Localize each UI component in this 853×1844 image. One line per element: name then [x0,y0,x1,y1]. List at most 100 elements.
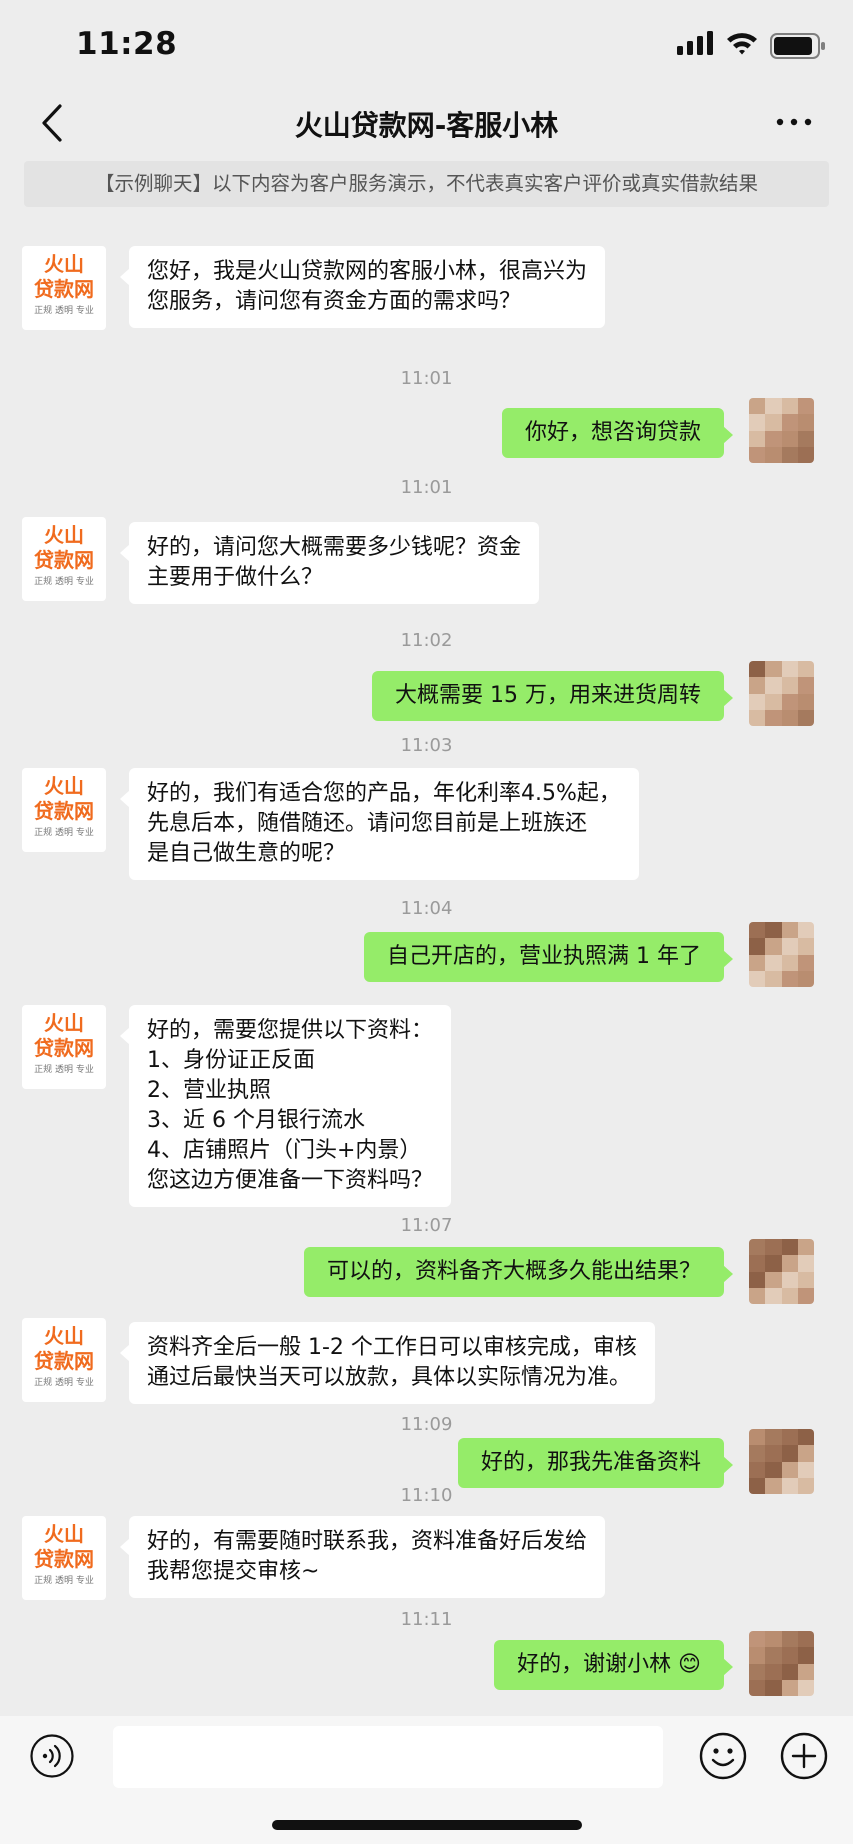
message-line: 好的，需要您提供以下资料： [147,1018,434,1043]
message-line: 您这边方便准备一下资料吗？ [147,1168,434,1193]
avatar-pixel [781,1429,798,1446]
timestamp: 11:11 [400,1609,453,1630]
avatar-pixel [749,693,766,710]
message-line: 您好，我是火山贷款网的客服小林，很高兴为 [147,259,588,284]
timestamp: 11:04 [400,898,453,919]
avatar-pixel [797,709,814,726]
avatar-pixel [797,922,814,939]
avatar-pixel [749,398,766,415]
user-avatar[interactable] [749,398,814,463]
avatar-pixel [765,1461,782,1478]
avatar-pixel [765,1271,782,1288]
avatar-pixel [781,1631,798,1648]
avatar-pixel [781,398,798,415]
sent-message[interactable]: 自己开店的，营业执照满 1 年了 [364,932,733,982]
avatar-pixel [797,398,814,415]
message-line: 我帮您提交审核~ [147,1559,320,1584]
avatar-pixel [781,414,798,431]
received-message[interactable]: 您好，我是火山贷款网的客服小林，很高兴为 您服务，请问您有资金方面的需求吗？ [119,246,606,328]
avatar-pixel [749,1239,766,1256]
received-message[interactable]: 好的，请问您大概需要多少钱呢？资金 主要用于做什么？ [119,522,540,604]
avatar-pixel [797,677,814,694]
avatar-pixel [749,661,766,678]
avatar-pixel [765,1429,782,1446]
status-time: 11:28 [76,26,178,62]
received-message[interactable]: 好的，需要您提供以下资料： 1、身份证正反面 2、营业执照 3、近 6 个月银行… [119,1005,452,1207]
sent-message[interactable]: 你好，想咨询贷款 [501,408,734,458]
bot-avatar[interactable]: 火山 贷款网 正规 透明 专业 [22,1516,106,1600]
message-line: 先息后本，随借随还。请问您目前是上班族还 [147,811,588,836]
sent-message[interactable]: 好的，谢谢小林 😊 [494,1640,733,1690]
received-message[interactable]: 资料齐全后一般 1-2 个工作日可以审核完成，审核 通过后最快当天可以放款，具体… [120,1322,655,1404]
bot-avatar-line1: 火山 [44,523,84,547]
user-avatar[interactable] [749,661,814,726]
avatar-pixel [749,1271,766,1288]
avatar-pixel [749,1663,766,1680]
avatar-pixel [797,414,814,431]
message-input[interactable] [113,1726,663,1788]
avatar-pixel [765,446,782,463]
user-avatar[interactable] [749,1239,814,1304]
avatar-pixel [797,661,814,678]
message-line: 1、身份证正反面 [147,1048,315,1073]
chat-title: 火山贷款网-客服小林 [294,109,559,142]
avatar-pixel [765,1679,782,1696]
more-dots-icon[interactable] [772,105,816,139]
avatar-pixel [765,970,782,987]
avatar-pixel [797,1631,814,1648]
avatar-pixel [781,1647,798,1664]
avatar-pixel [781,446,798,463]
avatar-pixel [765,954,782,971]
message-line: 好的，请问您大概需要多少钱呢？资金 [147,535,522,560]
avatar-pixel [749,1255,766,1272]
bot-avatar-line2: 贷款网 [34,1349,94,1373]
avatar-pixel [797,430,814,447]
avatar-pixel [765,430,782,447]
avatar-pixel [781,661,798,678]
voice-icon[interactable] [30,1734,74,1778]
received-message[interactable]: 好的，我们有适合您的产品，年化利率4.5%起， 先息后本，随借随还。请问您目前是… [120,768,639,880]
bot-avatar-line3: 正规 透明 专业 [34,1576,94,1586]
avatar-pixel [797,1679,814,1696]
sent-message[interactable]: 好的，那我先准备资料 [457,1438,734,1488]
bot-avatar[interactable]: 火山 贷款网 正规 透明 专业 [22,517,106,601]
message-line: 2、营业执照 [147,1078,271,1103]
bot-avatar-line3: 正规 透明 专业 [34,577,94,587]
avatar-pixel [781,1255,798,1272]
message-line: 是自己做生意的呢？ [147,841,346,866]
bot-avatar-line3: 正规 透明 专业 [34,1378,94,1388]
plus-icon[interactable] [780,1732,828,1780]
message-line: 资料齐全后一般 1-2 个工作日可以审核完成，审核 [147,1335,637,1360]
emoji-icon[interactable] [699,1732,747,1780]
user-avatar[interactable] [749,922,814,987]
avatar-pixel [749,970,766,987]
bot-avatar[interactable]: 火山 贷款网 正规 透明 专业 [22,768,106,852]
avatar-pixel [797,1271,814,1288]
home-indicator [272,1820,582,1830]
bot-avatar[interactable]: 火山 贷款网 正规 透明 专业 [22,1005,106,1089]
received-message[interactable]: 好的，有需要随时联系我，资料准备好后发给 我帮您提交审核~ [119,1516,606,1598]
avatar-pixel [749,1647,766,1664]
bot-avatar[interactable]: 火山 贷款网 正规 透明 专业 [22,246,106,330]
avatar-pixel [797,1663,814,1680]
bot-avatar[interactable]: 火山 贷款网 正规 透明 专业 [22,1318,106,1402]
sent-message[interactable]: 可以的，资料备齐大概多久能出结果？ [303,1247,734,1297]
sent-message[interactable]: 大概需要 15 万，用来进货周转 [372,671,733,721]
avatar-pixel [781,709,798,726]
avatar-pixel [749,1445,766,1462]
avatar-pixel [765,661,782,678]
message-line: 好的，我们有适合您的产品，年化利率4.5%起， [147,781,621,806]
bot-avatar-line1: 火山 [44,252,84,276]
avatar-pixel [797,693,814,710]
user-avatar[interactable] [749,1631,814,1696]
avatar-pixel [749,1679,766,1696]
avatar-pixel [765,1663,782,1680]
timestamp: 11:02 [400,630,453,651]
avatar-pixel [749,446,766,463]
bot-avatar-line1: 火山 [44,774,84,798]
avatar-pixel [765,1287,782,1304]
avatar-pixel [797,446,814,463]
message-line: 通过后最快当天可以放款，具体以实际情况为准。 [147,1365,632,1390]
timestamp: 11:07 [400,1215,453,1236]
bot-avatar-line3: 正规 透明 专业 [34,306,94,316]
